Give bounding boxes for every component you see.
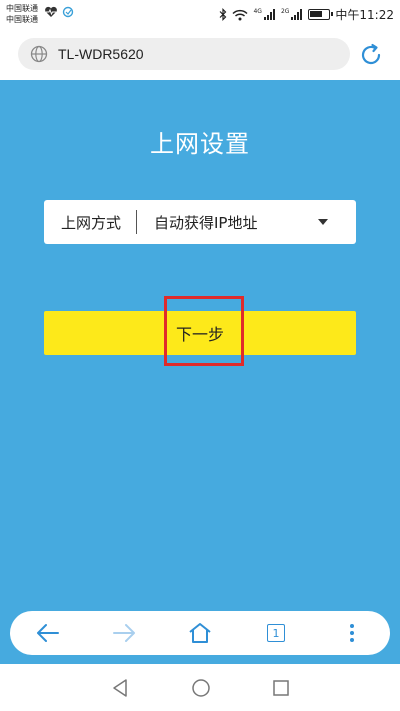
page-title: 上网设置 — [150, 130, 250, 158]
system-nav-bar — [0, 664, 400, 711]
forward-arrow-icon — [113, 624, 135, 642]
tabs-button[interactable]: 1 — [256, 613, 296, 653]
signal-2-label: 2G — [280, 8, 290, 15]
nav-home-icon[interactable] — [191, 678, 211, 698]
clock: 中午11:22 — [335, 8, 394, 22]
home-icon — [189, 623, 211, 643]
menu-button[interactable] — [332, 613, 372, 653]
address-field[interactable]: TL-WDR5620 — [18, 38, 350, 70]
connection-type-select[interactable]: 上网方式 自动获得IP地址 — [44, 200, 356, 244]
home-button[interactable] — [180, 613, 220, 653]
browser-toolbar: 1 — [10, 611, 390, 655]
back-arrow-icon — [37, 624, 59, 642]
browser-url-bar: TL-WDR5620 — [0, 30, 400, 80]
signal-2-icon — [291, 9, 303, 20]
connection-type-value: 自动获得IP地址 — [154, 213, 258, 232]
connection-type-label: 上网方式 — [61, 213, 122, 232]
bluetooth-icon — [220, 8, 227, 21]
signal-1-label: 4G — [253, 8, 262, 15]
cloud-icon — [62, 6, 74, 18]
system-status: 4G 2G 中午11:22 — [219, 6, 394, 23]
more-vertical-icon — [350, 624, 354, 642]
notification-icons — [44, 6, 75, 18]
globe-icon — [30, 45, 48, 63]
back-button[interactable] — [28, 613, 68, 653]
carrier-info: 中国联通 中国联通 — [6, 3, 38, 25]
router-setup-page: 上网设置 上网方式 自动获得IP地址 下一步 — [0, 80, 400, 664]
dropdown-caret-icon — [318, 219, 328, 225]
signal-1-icon — [263, 9, 275, 20]
reload-icon[interactable] — [358, 42, 384, 68]
nav-back-icon[interactable] — [110, 678, 130, 698]
battery-icon — [308, 9, 334, 20]
url-text: TL-WDR5620 — [58, 46, 144, 62]
heart-rate-icon — [45, 6, 57, 17]
highlight-annotation — [164, 296, 244, 366]
battery-level — [310, 11, 323, 17]
carrier-1: 中国联通 — [6, 4, 38, 13]
forward-button[interactable] — [104, 613, 144, 653]
tab-count: 1 — [267, 624, 285, 642]
nav-recents-icon[interactable] — [272, 679, 290, 697]
carrier-2: 中国联通 — [6, 15, 38, 24]
status-bar: 中国联通 中国联通 4G 2G 中午11:22 — [0, 0, 400, 30]
wifi-icon — [232, 9, 248, 20]
